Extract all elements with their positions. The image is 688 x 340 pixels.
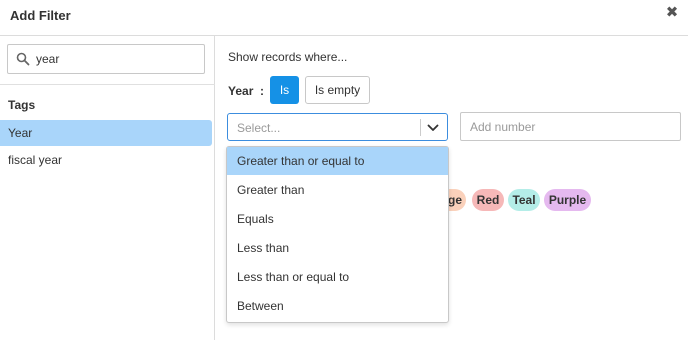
- sidebar-item-year[interactable]: Year: [0, 120, 212, 146]
- search-icon: [16, 52, 30, 66]
- sidebar-divider: [0, 84, 215, 85]
- is-empty-button[interactable]: Is empty: [305, 76, 370, 104]
- option-less-than[interactable]: Less than: [227, 234, 448, 262]
- field-colon: :: [260, 84, 265, 98]
- option-greater-than-or-equal-to[interactable]: Greater than or equal to: [227, 147, 448, 175]
- color-pill-red[interactable]: Red: [472, 189, 504, 211]
- dialog-header: Add Filter ✖: [0, 0, 688, 36]
- field-name: Year: [228, 84, 254, 98]
- sidebar-item-fiscal-year[interactable]: fiscal year: [0, 147, 212, 173]
- operator-select-placeholder: Select...: [237, 121, 281, 135]
- chevron-down-icon[interactable]: [426, 121, 440, 135]
- tags-heading: Tags: [8, 98, 36, 112]
- option-greater-than[interactable]: Greater than: [227, 176, 448, 204]
- search-input[interactable]: [36, 50, 196, 68]
- select-separator: [420, 119, 421, 136]
- dialog-title: Add Filter: [10, 8, 71, 23]
- number-input[interactable]: [460, 112, 681, 141]
- operator-select[interactable]: Select...: [227, 113, 448, 141]
- color-pill-teal[interactable]: Teal: [508, 189, 540, 211]
- is-button[interactable]: Is: [270, 76, 299, 104]
- option-less-than-or-equal-to[interactable]: Less than or equal to: [227, 263, 448, 291]
- show-records-label: Show records where...: [228, 50, 348, 64]
- option-equals[interactable]: Equals: [227, 205, 448, 233]
- operator-dropdown-menu: Greater than or equal to Greater than Eq…: [226, 146, 449, 323]
- option-between[interactable]: Between: [227, 292, 448, 320]
- sidebar: Tags Year fiscal year: [0, 36, 215, 340]
- search-field[interactable]: [7, 44, 205, 74]
- field-label: Year :: [228, 84, 264, 98]
- color-pill-purple[interactable]: Purple: [544, 189, 591, 211]
- close-icon[interactable]: ✖: [664, 4, 680, 22]
